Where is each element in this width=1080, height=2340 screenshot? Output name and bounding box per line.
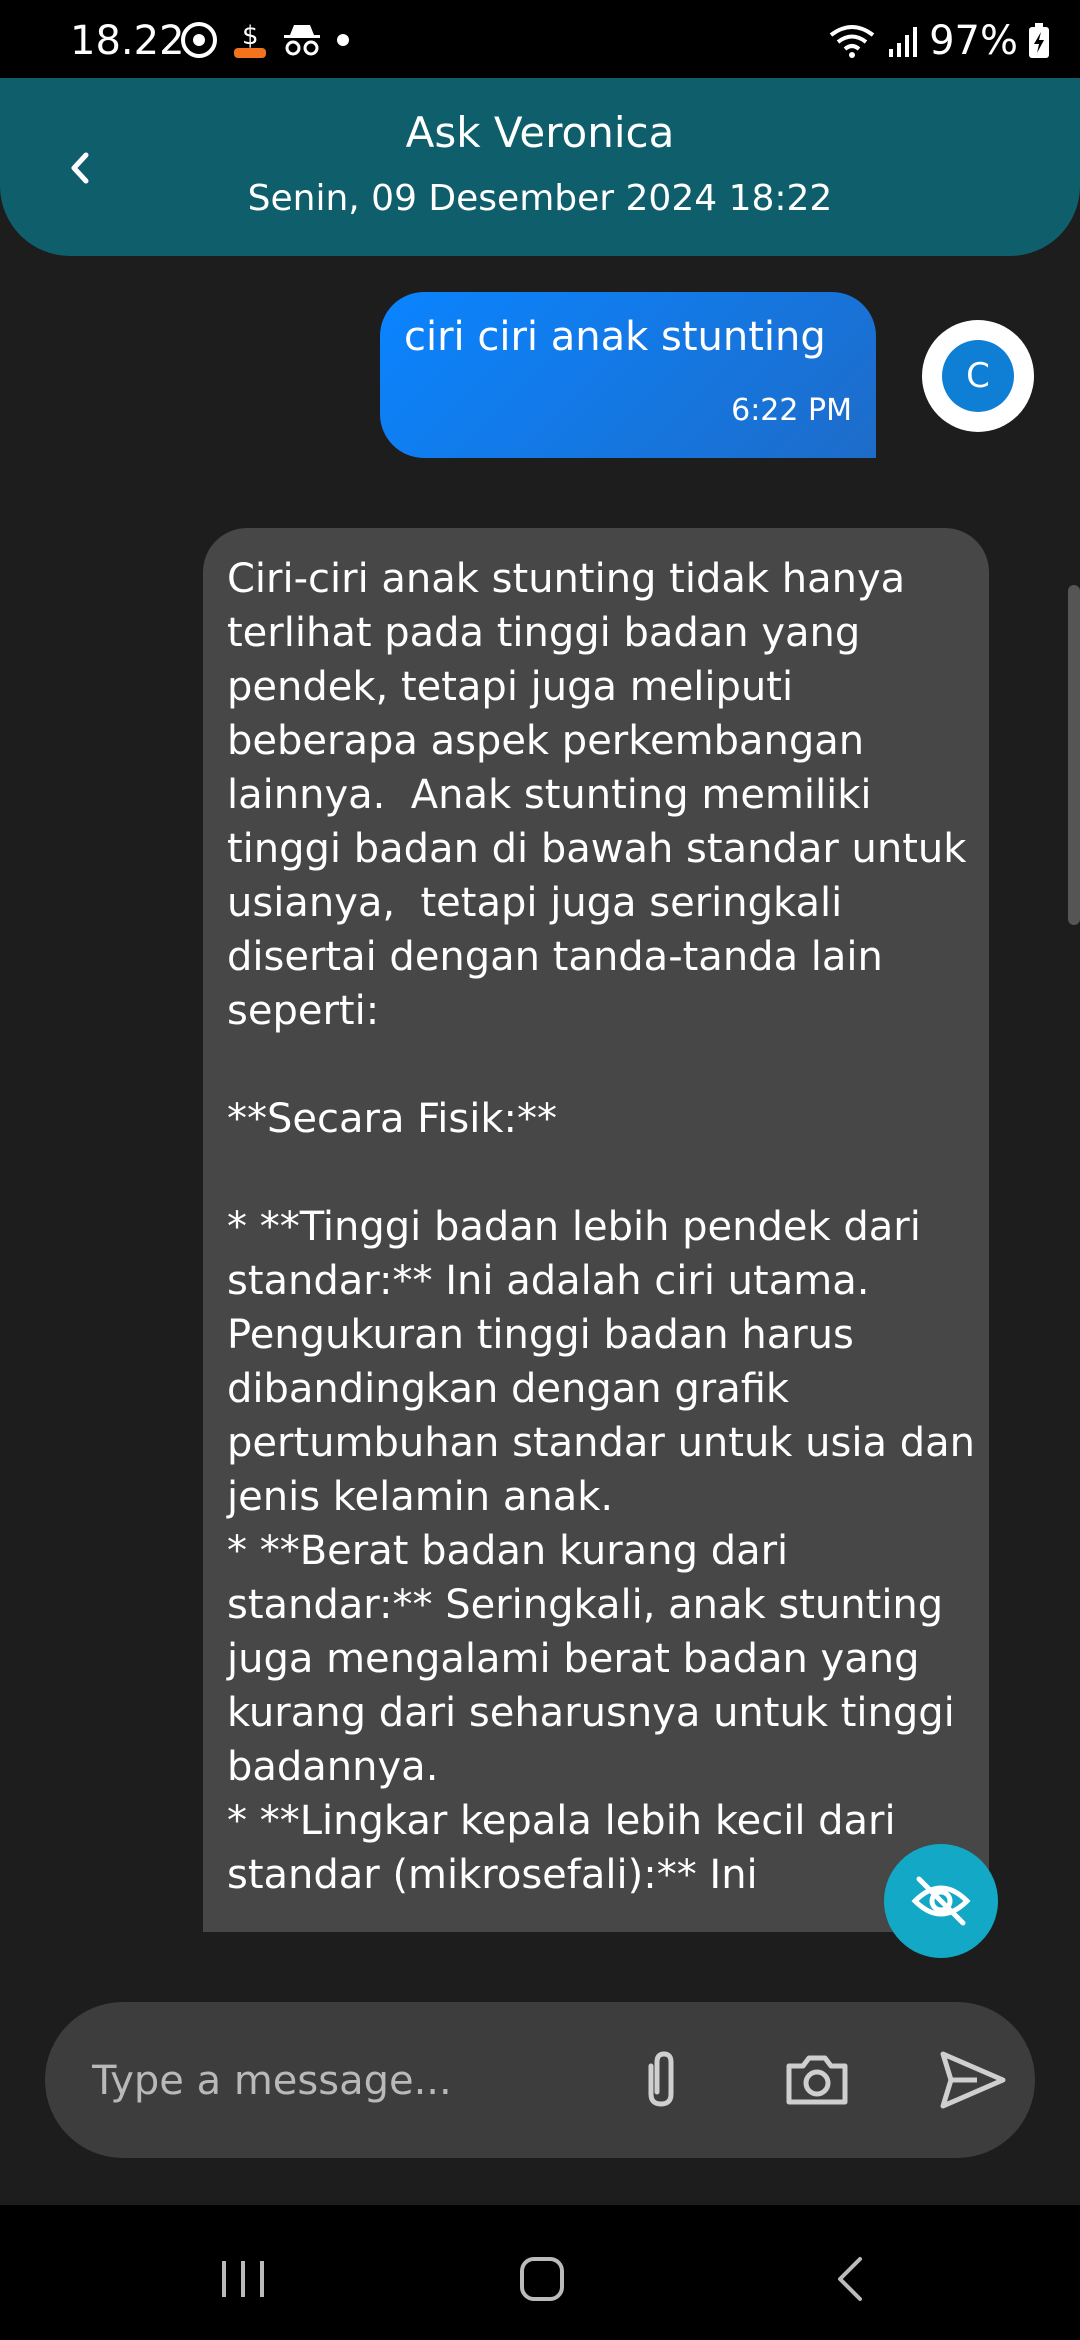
- home-icon[interactable]: [518, 2255, 566, 2303]
- toggle-visibility-button[interactable]: [884, 1844, 998, 1958]
- message-composer: [45, 2002, 1035, 2158]
- battery-charging-icon: [1029, 23, 1049, 58]
- wifi-icon: [829, 25, 875, 58]
- avatar: C: [922, 320, 1034, 432]
- status-bar: 18.22 $ 97%: [0, 0, 1080, 80]
- signal-icon: [889, 27, 918, 57]
- scrollbar-thumb[interactable]: [1068, 585, 1080, 925]
- battery-percent: 97%: [929, 18, 1018, 64]
- svg-text:$: $: [242, 21, 259, 51]
- user-message-bubble: ciri ciri anak stunting 6:22 PM: [380, 292, 876, 458]
- target-icon: [181, 22, 217, 58]
- system-nav-bar: [0, 2205, 1080, 2340]
- dollar-badge-icon: $: [234, 21, 266, 58]
- bot-message-text: Ciri-ciri anak stunting tidak hanya terl…: [227, 556, 975, 1898]
- eye-off-icon: [911, 1876, 971, 1926]
- camera-icon[interactable]: [781, 2044, 853, 2116]
- status-time: 18.22: [70, 18, 185, 64]
- chat-title: Ask Veronica: [405, 108, 675, 157]
- send-icon[interactable]: [935, 2042, 1011, 2118]
- recent-apps-icon[interactable]: [218, 2257, 268, 2301]
- avatar-initial: C: [942, 340, 1014, 412]
- bot-message-bubble: Ciri-ciri anak stunting tidak hanya terl…: [203, 528, 989, 1932]
- paperclip-icon[interactable]: [625, 2044, 697, 2116]
- user-message-time: 6:22 PM: [731, 393, 852, 428]
- dot-icon: [337, 34, 349, 46]
- chat-header: Ask Veronica Senin, 09 Desember 2024 18:…: [0, 78, 1080, 256]
- incognito-icon: [284, 25, 320, 56]
- user-message-text: ciri ciri anak stunting: [404, 314, 826, 360]
- chat-date: Senin, 09 Desember 2024 18:22: [247, 178, 833, 219]
- nav-back-icon[interactable]: [830, 2253, 870, 2305]
- message-input[interactable]: [90, 2050, 614, 2112]
